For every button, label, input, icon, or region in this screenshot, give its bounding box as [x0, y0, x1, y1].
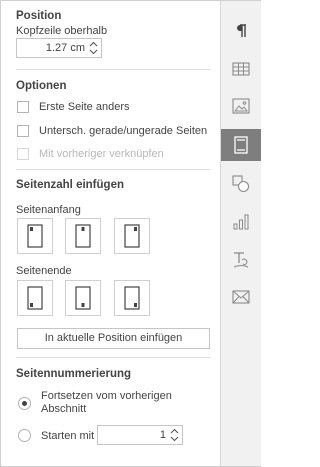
page-bottom-left-icon	[27, 286, 43, 310]
page-bottom-right-icon	[124, 286, 140, 310]
continue-label[interactable]: Fortsetzen vom vorherigen Abschnitt	[41, 390, 172, 416]
spin-arrows-icon[interactable]	[89, 41, 98, 55]
continue-radio[interactable]	[18, 397, 31, 410]
link-previous-checkbox[interactable]	[17, 148, 29, 160]
shape-settings-tab[interactable]	[221, 168, 261, 200]
page-bottom-center-icon	[75, 286, 91, 310]
page-number-top-right-button[interactable]	[114, 218, 150, 254]
start-with-value: 1	[159, 429, 166, 441]
page-top-label: Seitenanfang	[16, 204, 81, 216]
page-top-right-icon	[124, 224, 140, 248]
page-number-top-left-button[interactable]	[17, 218, 53, 254]
start-with-radio[interactable]	[18, 429, 31, 442]
link-previous-label: Mit vorheriger verknüpfen	[39, 148, 164, 160]
image-settings-tab[interactable]	[221, 90, 261, 122]
paragraph-icon	[237, 24, 246, 37]
page-number-bottom-center-button[interactable]	[65, 280, 101, 316]
page-number-heading: Seitenzahl einfügen	[16, 179, 124, 191]
page-top-center-icon	[75, 224, 91, 248]
page-top-left-icon	[27, 224, 43, 248]
table-settings-tab[interactable]	[221, 53, 261, 85]
page-number-top-center-button[interactable]	[65, 218, 101, 254]
header-footer-settings-panel: Position Kopfzeile oberhalb 1.27 cm Opti…	[1, 1, 220, 466]
start-with-label[interactable]: Starten mit	[41, 430, 94, 442]
odd-even-checkbox[interactable]	[17, 125, 29, 137]
mail-merge-icon	[232, 290, 250, 304]
spin-arrows-icon[interactable]	[170, 428, 179, 442]
header-footer-icon	[234, 136, 248, 154]
paragraph-settings-tab[interactable]	[221, 15, 261, 47]
divider	[16, 357, 210, 358]
start-with-stepper[interactable]: 1	[97, 425, 183, 445]
mail-merge-settings-tab[interactable]	[221, 281, 261, 313]
text-art-settings-tab[interactable]	[221, 244, 261, 276]
shape-icon	[232, 175, 250, 193]
header-offset-label: Kopfzeile oberhalb	[16, 25, 108, 37]
chart-settings-tab[interactable]	[221, 206, 261, 238]
image-icon	[232, 98, 250, 114]
divider	[16, 69, 210, 70]
first-page-checkbox[interactable]	[17, 101, 29, 113]
header-footer-settings-tab[interactable]	[221, 129, 261, 161]
page-number-bottom-left-button[interactable]	[17, 280, 53, 316]
numbering-heading: Seitennummerierung	[16, 368, 132, 380]
chart-icon	[233, 214, 249, 230]
continue-label-line-2: Abschnitt	[41, 403, 87, 415]
first-page-label[interactable]: Erste Seite anders	[39, 101, 130, 113]
text-art-icon	[233, 252, 249, 268]
odd-even-label[interactable]: Untersch. gerade/ungerade Seiten	[39, 125, 207, 137]
insert-at-position-button[interactable]: In aktuelle Position einfügen	[17, 328, 210, 349]
page-number-bottom-right-button[interactable]	[114, 280, 150, 316]
divider	[16, 169, 210, 170]
header-offset-value: 1.27 cm	[45, 42, 85, 54]
table-icon	[232, 62, 250, 76]
position-heading: Position	[16, 10, 62, 22]
continue-label-line-1: Fortsetzen vom vorherigen	[41, 390, 172, 402]
radio-selected-dot	[22, 401, 27, 406]
right-sidebar	[220, 1, 261, 466]
options-heading: Optionen	[16, 80, 67, 92]
header-offset-stepper[interactable]: 1.27 cm	[16, 38, 102, 58]
page-bottom-label: Seitenende	[16, 265, 72, 277]
